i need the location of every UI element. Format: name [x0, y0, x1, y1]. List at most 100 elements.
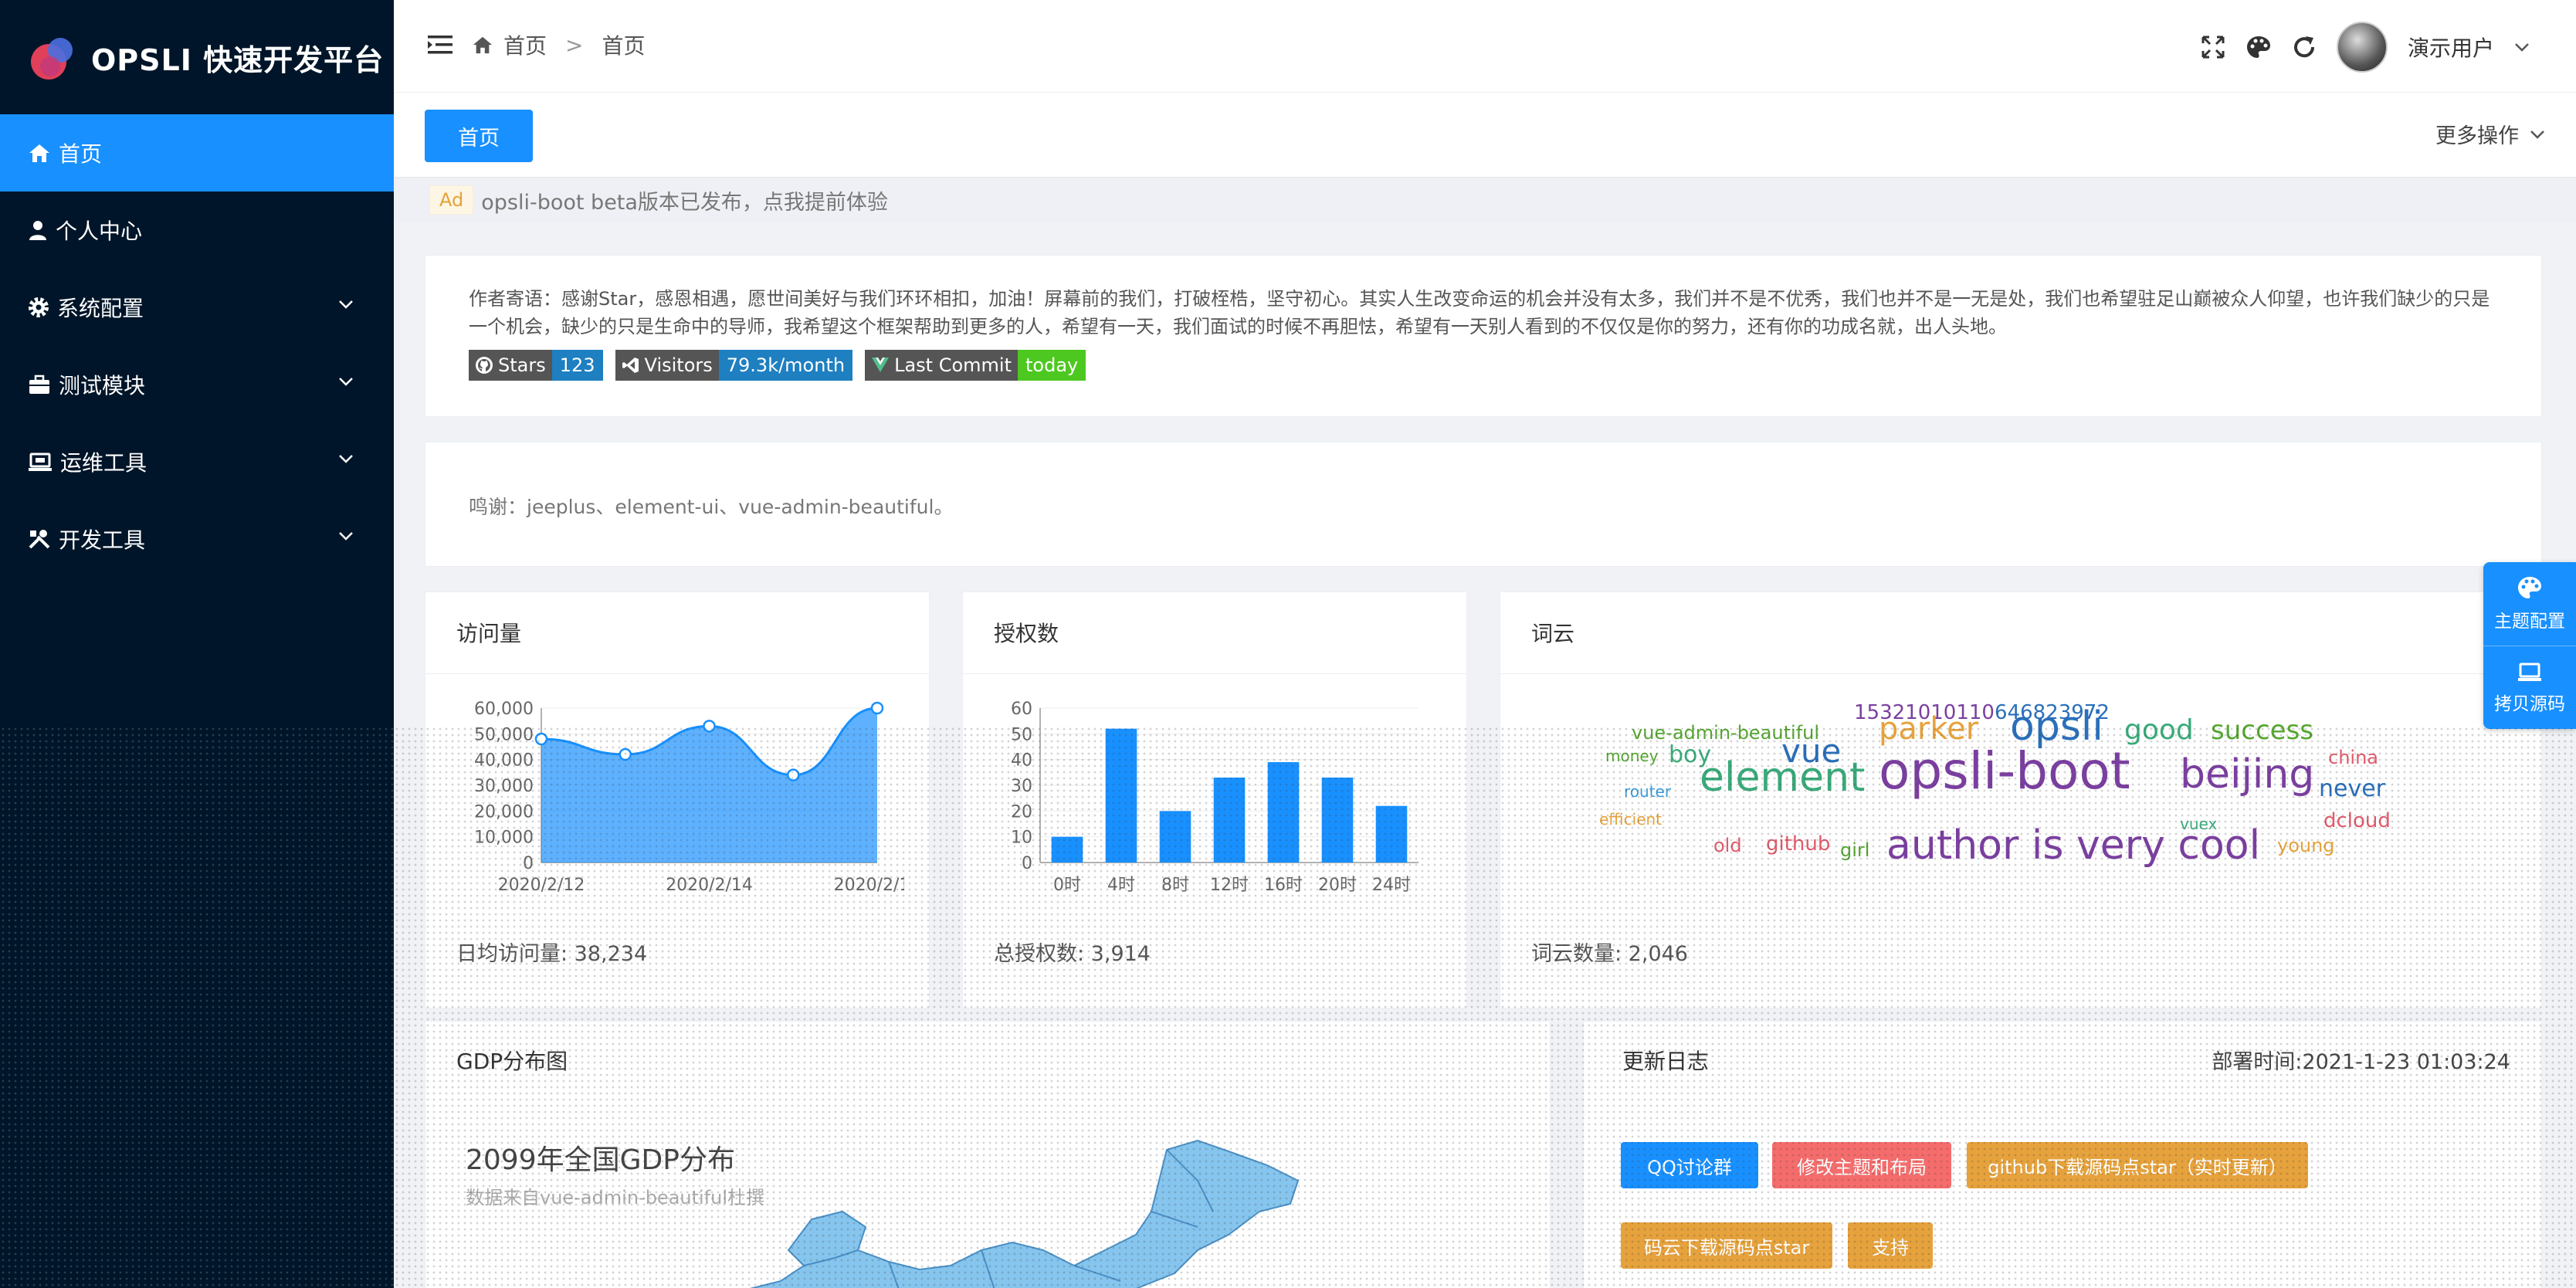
y-tick-label: 0	[1022, 854, 1032, 873]
intro-text: 作者寄语：感谢Star，感恩相遇，愿世间美好与我们环环相扣，加油！屏幕前的我们，…	[469, 288, 2490, 337]
palette-icon[interactable]	[2246, 35, 2272, 59]
breadcrumb: 首页 > 首页	[471, 29, 646, 60]
y-tick-label: 10	[1011, 829, 1032, 848]
sidebar-item-system-config[interactable]: 系统配置	[0, 269, 394, 346]
bar	[1051, 836, 1083, 863]
sidebar-item-label: 系统配置	[57, 296, 144, 321]
sidebar-item-home[interactable]: 首页	[0, 114, 394, 192]
sidebar-item-profile[interactable]: 个人中心	[0, 192, 394, 269]
changelog-title: 更新日志	[1622, 1049, 1710, 1074]
x-tick-label: 12时	[1210, 876, 1249, 895]
y-tick-label: 0	[523, 854, 534, 873]
change-theme-button[interactable]: 修改主题和布局	[1772, 1142, 1951, 1188]
laptop-icon	[2518, 663, 2541, 681]
y-tick-label: 50	[1011, 725, 1032, 744]
deploy-time: 部署时间:2021-1-23 01:03:24	[2212, 1050, 2510, 1074]
badge-row: Stars 123 Visitors 79.3k/month Last Comm…	[469, 350, 1098, 381]
avatar[interactable]	[2336, 22, 2388, 73]
data-point	[870, 701, 884, 715]
sidebar-dot-pattern	[0, 726, 394, 1288]
y-tick-label: 50,000	[474, 725, 534, 744]
sidebar: OPSLI 快速开发平台 首页 个人中心 系统配置 测试模块 运维工具 开发工具	[0, 0, 394, 1288]
ad-banner[interactable]: Ad opsli-boot beta版本已发布，点我提前体验	[394, 178, 2576, 222]
x-tick-label: 16时	[1264, 876, 1303, 895]
word-cloud-word: girl	[1840, 839, 1870, 861]
visitors-badge[interactable]: Visitors 79.3k/month	[615, 350, 853, 381]
x-tick-label: 2020/2/14	[666, 876, 753, 895]
word-cloud-word: beijing	[2180, 751, 2315, 798]
word-cloud-word: good	[2124, 714, 2194, 746]
y-tick-label: 30	[1011, 777, 1032, 796]
x-tick-label: 0时	[1053, 876, 1081, 895]
chevron-down-icon	[339, 378, 353, 386]
logo[interactable]: OPSLI 快速开发平台	[0, 0, 394, 114]
bar	[1321, 778, 1354, 863]
auth-title: 授权数	[994, 621, 1059, 646]
ad-text[interactable]: opsli-boot beta版本已发布，点我提前体验	[481, 185, 888, 215]
badge-value: 79.3k/month	[718, 350, 853, 381]
intro-card: 作者寄语：感谢Star，感恩相遇，愿世间美好与我们环环相扣，加油！屏幕前的我们，…	[425, 255, 2542, 417]
badge-value: 123	[551, 350, 603, 381]
fullscreen-icon[interactable]	[2201, 35, 2225, 59]
bar	[1159, 811, 1191, 863]
github-download-button[interactable]: github下载源码点star（实时更新）	[1967, 1142, 2308, 1188]
breadcrumb-item[interactable]: 首页	[503, 29, 547, 60]
chevron-down-icon[interactable]	[2514, 42, 2530, 52]
breadcrumb-separator: >	[565, 32, 584, 58]
data-point	[787, 768, 800, 781]
qq-group-button[interactable]: QQ讨论群	[1621, 1142, 1758, 1188]
badge-label: Last Commit	[894, 354, 1012, 376]
gdp-map-title: 2099年全国GDP分布	[466, 1144, 735, 1176]
github-icon	[476, 357, 493, 374]
refresh-icon[interactable]	[2292, 35, 2317, 59]
y-tick-label: 20,000	[474, 802, 534, 822]
tools-icon	[29, 530, 50, 549]
y-tick-label: 30,000	[474, 777, 534, 796]
theme-config-label: 主题配置	[2494, 612, 2565, 632]
tab-home[interactable]: 首页	[425, 110, 533, 162]
word-cloud-word: element	[1700, 754, 1866, 801]
sidebar-item-ops-tools[interactable]: 运维工具	[0, 423, 394, 500]
data-point	[619, 747, 632, 761]
word-cloud-word: opsli-boot	[1879, 741, 2130, 801]
china-map[interactable]	[734, 1134, 1321, 1288]
visits-card: 访问量 60,000 50,000 40,000 30,000 20,000 10,000…	[425, 591, 930, 1008]
badge-value: today	[1017, 350, 1086, 381]
support-button[interactable]: 支持	[1848, 1222, 1933, 1269]
word-cloud-word: money	[1605, 747, 1659, 765]
laptop-icon	[29, 452, 52, 471]
chevron-down-icon	[339, 300, 353, 309]
menu-fold-icon[interactable]	[428, 34, 452, 56]
ad-tag: Ad	[429, 185, 474, 215]
more-operations-dropdown[interactable]: 更多操作	[2435, 119, 2545, 149]
x-tick-label: 24时	[1372, 876, 1411, 895]
home-icon	[473, 36, 493, 54]
stars-badge[interactable]: Stars 123	[469, 350, 603, 381]
badge-label: Stars	[498, 354, 546, 376]
auth-card: 授权数 60 50 40 30 20 10 0 0时 4时 8时 12时 16时 20时 24时 总授权数…	[962, 591, 1467, 1008]
chevron-down-icon	[339, 455, 353, 463]
sidebar-item-label: 首页	[59, 141, 103, 167]
word-cloud-word: success	[2211, 715, 2313, 746]
sidebar-item-label: 开发工具	[59, 527, 146, 553]
word-cloud-word: efficient	[1599, 810, 1663, 829]
word-cloud-word: author is very cool	[1886, 822, 2261, 869]
app-title: OPSLI 快速开发平台	[91, 42, 385, 77]
data-point	[703, 720, 716, 733]
gdp-card: GDP分布图 2099年全国GDP分布 数据来自vue-admin-beauti…	[425, 1021, 1551, 1288]
chevron-down-icon	[339, 532, 353, 541]
theme-config-button[interactable]: 主题配置	[2483, 562, 2576, 646]
bar	[1105, 728, 1137, 863]
thanks-card: 鸣谢：jeeplus、element-ui、vue-admin-beautifu…	[425, 442, 2542, 567]
sidebar-item-dev-tools[interactable]: 开发工具	[0, 500, 394, 578]
data-point	[534, 732, 548, 746]
copy-source-label: 拷贝源码	[2494, 693, 2565, 714]
last-commit-badge[interactable]: Last Commit today	[865, 350, 1086, 381]
sidebar-item-test-module[interactable]: 测试模块	[0, 346, 394, 423]
changelog-card: 更新日志 部署时间:2021-1-23 01:03:24 QQ讨论群 修改主题和…	[1583, 1021, 2542, 1288]
gdp-map-subtitle: 数据来自vue-admin-beautiful杜撰	[466, 1187, 765, 1208]
gitee-download-button[interactable]: 码云下载源码点star	[1621, 1222, 1832, 1269]
copy-source-button[interactable]: 拷贝源码	[2483, 646, 2576, 729]
x-tick-label: 2020/2/16	[834, 876, 904, 895]
username[interactable]: 演示用户	[2408, 32, 2494, 63]
